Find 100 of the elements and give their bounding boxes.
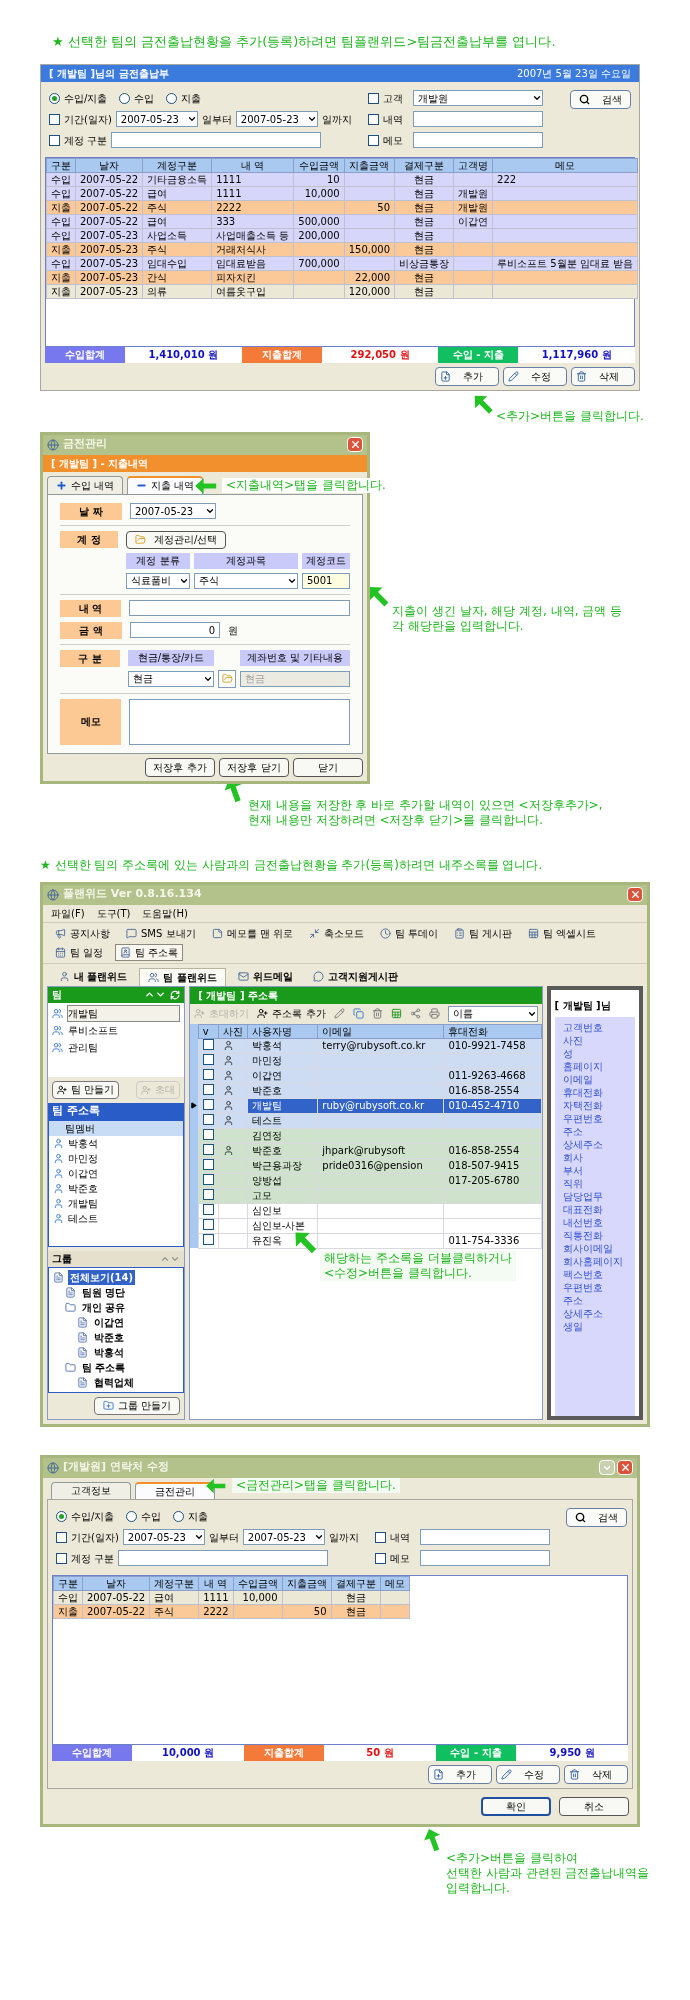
checkbox[interactable] bbox=[202, 1083, 214, 1095]
date-select[interactable]: 2007-05-23 bbox=[242, 1529, 325, 1545]
tab[interactable]: 수입 내역 bbox=[47, 475, 124, 494]
memo-field[interactable] bbox=[129, 698, 350, 745]
search-field[interactable] bbox=[412, 111, 543, 127]
checkbox[interactable] bbox=[202, 1203, 214, 1215]
radio-button[interactable] bbox=[166, 92, 178, 104]
toolbar-button[interactable]: 메모를 맨 위로 bbox=[207, 924, 297, 942]
date-select[interactable]: 2007-05-23 bbox=[130, 503, 216, 519]
radio-button[interactable] bbox=[119, 92, 131, 104]
sort-select[interactable]: 이름 bbox=[447, 1005, 538, 1022]
dialog-button[interactable]: 확인 bbox=[481, 1796, 551, 1816]
member-item[interactable]: 박준호 bbox=[68, 1180, 98, 1196]
share-icon[interactable] bbox=[409, 1008, 421, 1019]
tree-item[interactable]: 박준호 bbox=[92, 1329, 126, 1345]
checkbox[interactable] bbox=[374, 1531, 386, 1543]
checkbox[interactable] bbox=[367, 113, 379, 125]
menu-item[interactable]: 도구(T) bbox=[96, 905, 131, 921]
pencil-icon[interactable] bbox=[333, 1008, 345, 1019]
spreadsheet-icon[interactable] bbox=[390, 1008, 402, 1019]
checkbox[interactable] bbox=[202, 1113, 214, 1125]
member-item[interactable]: 박홍석 bbox=[68, 1135, 98, 1151]
close-button[interactable] bbox=[617, 1460, 633, 1475]
tree-item[interactable]: 팀 주소록 bbox=[80, 1359, 128, 1375]
checkbox[interactable] bbox=[202, 1158, 214, 1170]
checkbox[interactable] bbox=[202, 1038, 214, 1050]
checkbox[interactable] bbox=[202, 1218, 214, 1230]
code-field[interactable]: 5001 bbox=[302, 572, 350, 589]
close-button[interactable] bbox=[627, 887, 643, 902]
radio-button[interactable] bbox=[56, 1510, 67, 1522]
panel-button[interactable]: 팀 만들기 bbox=[52, 1080, 120, 1099]
checkbox[interactable] bbox=[49, 113, 60, 125]
checkbox[interactable] bbox=[202, 1128, 214, 1140]
subject-select[interactable]: 주식 bbox=[194, 572, 298, 589]
date-select[interactable]: 2007-05-23 bbox=[235, 111, 318, 127]
toolbar-button[interactable]: 팀 투데이 bbox=[375, 924, 443, 942]
action-button[interactable]: 삭제 bbox=[564, 1764, 628, 1784]
radio-button[interactable] bbox=[173, 1510, 185, 1522]
folder-button[interactable] bbox=[218, 669, 236, 688]
checkbox[interactable] bbox=[202, 1173, 214, 1185]
toolbar-button[interactable]: 공지사항 bbox=[51, 924, 114, 942]
trash-icon[interactable] bbox=[371, 1008, 383, 1019]
close-button[interactable] bbox=[347, 437, 363, 452]
toolbar-button[interactable]: SMS 보내기 bbox=[122, 924, 200, 942]
search-field[interactable] bbox=[419, 1529, 550, 1545]
detail-field[interactable] bbox=[129, 600, 350, 616]
checkbox[interactable] bbox=[367, 92, 379, 104]
customer-select[interactable]: 개발원 bbox=[412, 90, 543, 106]
panel-button[interactable]: 그룹 만들기 bbox=[94, 1396, 181, 1415]
checkbox[interactable] bbox=[202, 1188, 214, 1200]
checkbox[interactable] bbox=[374, 1552, 386, 1564]
tab[interactable]: 내 플랜위드 bbox=[51, 967, 136, 986]
toolbar-button[interactable]: 팀 게시판 bbox=[450, 924, 517, 942]
member-item[interactable]: 개발팀 bbox=[68, 1195, 98, 1211]
team-item[interactable]: 관리팀 bbox=[67, 1038, 181, 1056]
tree-item[interactable]: 전체보기(14) bbox=[68, 1269, 136, 1285]
checkbox[interactable] bbox=[202, 1053, 214, 1065]
checkbox[interactable] bbox=[202, 1233, 214, 1245]
dialog-button[interactable]: 닫기 bbox=[293, 757, 363, 777]
checkbox[interactable] bbox=[56, 1552, 67, 1564]
search-button[interactable]: 검색 bbox=[565, 1507, 627, 1527]
action-button[interactable]: 추가 bbox=[428, 1764, 492, 1784]
account-field[interactable] bbox=[111, 132, 322, 148]
member-item[interactable]: 테스트 bbox=[68, 1210, 98, 1226]
account-button[interactable]: 계정관리/선택 bbox=[126, 530, 227, 549]
tree-item[interactable]: 이갑연 bbox=[92, 1314, 126, 1330]
team-item[interactable]: 루비소프트 bbox=[67, 1021, 181, 1039]
search-field[interactable] bbox=[419, 1550, 550, 1566]
tree-item[interactable]: 박홍석 bbox=[92, 1344, 126, 1360]
account-field[interactable] bbox=[118, 1550, 329, 1566]
date-select[interactable]: 2007-05-23 bbox=[122, 1529, 205, 1545]
team-item[interactable]: 개발팀 bbox=[67, 1004, 181, 1022]
payment-select[interactable]: 현금 bbox=[128, 670, 214, 687]
tree-item[interactable]: 개인 공유 bbox=[80, 1299, 128, 1315]
checkbox[interactable] bbox=[56, 1531, 67, 1543]
printer-icon[interactable] bbox=[428, 1008, 440, 1019]
checkbox[interactable] bbox=[202, 1143, 214, 1155]
toolbar-button[interactable]: 팀 엑셀시트 bbox=[524, 924, 601, 942]
radio-button[interactable] bbox=[49, 92, 60, 104]
category-select[interactable]: 식료품비 bbox=[126, 572, 190, 589]
dialog-button[interactable]: 취소 bbox=[559, 1796, 629, 1816]
tab[interactable]: 위드메일 bbox=[229, 967, 301, 986]
dialog-button[interactable]: 저장후 추가 bbox=[145, 757, 215, 777]
action-button[interactable]: 수정 bbox=[503, 366, 567, 386]
member-item[interactable]: 이갑연 bbox=[68, 1165, 98, 1181]
tab[interactable]: 지출 내역 bbox=[127, 475, 204, 494]
action-button[interactable]: 수정 bbox=[496, 1764, 560, 1784]
tab[interactable]: 팀 플랜위드 bbox=[139, 967, 226, 986]
radio-button[interactable] bbox=[126, 1510, 138, 1522]
tab[interactable]: 고객지원게시판 bbox=[304, 967, 406, 986]
checkbox[interactable] bbox=[49, 134, 60, 146]
tree-item[interactable]: 협력업체 bbox=[92, 1374, 136, 1390]
toolbar-button[interactable]: 주소록 추가 bbox=[257, 1006, 326, 1021]
toolbar-button[interactable]: 팀 주소록 bbox=[115, 943, 184, 961]
menu-item[interactable]: 파일(F) bbox=[51, 905, 85, 921]
amount-field[interactable]: 0 bbox=[130, 622, 220, 638]
tab[interactable]: 금전관리 bbox=[135, 1481, 215, 1499]
copy-icon[interactable] bbox=[352, 1008, 364, 1019]
toolbar-button[interactable]: 축소모드 bbox=[304, 924, 368, 942]
tab[interactable]: 고객정보 bbox=[51, 1481, 131, 1499]
